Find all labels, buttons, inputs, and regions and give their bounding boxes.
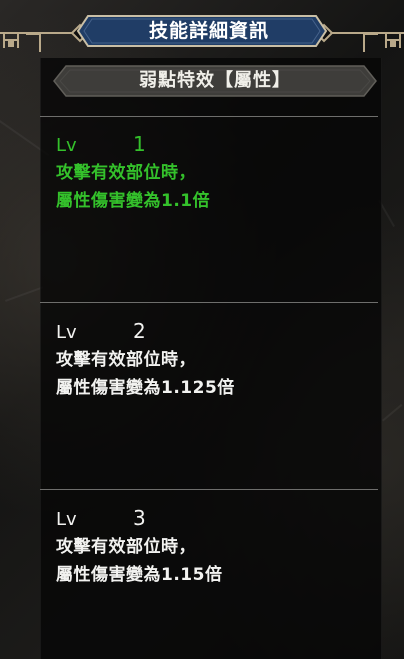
- skill-detail-screen: 技能詳細資訊 弱點特效【屬性】 Lv 1 攻擊有效部位時， 屬性傷害變為1.1倍 …: [0, 0, 404, 659]
- level-number: 2: [133, 319, 146, 343]
- level-heading: Lv 3: [56, 503, 376, 533]
- divider: [40, 302, 378, 303]
- window-title: 技能詳細資訊: [148, 20, 269, 42]
- divider: [40, 489, 378, 490]
- level-number: 3: [133, 506, 146, 530]
- level-label: Lv: [56, 509, 77, 530]
- level-description-line-1: 攻擊有效部位時，: [56, 537, 196, 557]
- level-3-entry: Lv 3 攻擊有效部位時， 屬性傷害變為1.15倍: [56, 503, 376, 589]
- background-streak: [382, 403, 403, 422]
- skill-name: 弱點特效【屬性】: [139, 70, 291, 91]
- level-2-entry: Lv 2 攻擊有效部位時， 屬性傷害變為1.125倍: [56, 316, 376, 402]
- level-heading: Lv 2: [56, 316, 376, 346]
- level-description-line-1: 攻擊有效部位時，: [56, 350, 196, 370]
- level-label: Lv: [56, 322, 77, 343]
- background-streak: [5, 286, 44, 302]
- level-description-line-2: 屬性傷害變為1.125倍: [56, 378, 235, 398]
- level-label: Lv: [56, 135, 77, 156]
- title-bar: 技能詳細資訊: [0, 0, 404, 62]
- level-heading: Lv 1: [56, 129, 376, 159]
- skill-name-header: 弱點特效【屬性】: [52, 64, 378, 98]
- level-description-line-1: 攻擊有效部位時，: [56, 163, 196, 183]
- level-description-line-2: 屬性傷害變為1.1倍: [56, 191, 211, 211]
- level-number: 1: [133, 132, 146, 156]
- divider: [40, 116, 378, 117]
- level-description-line-2: 屬性傷害變為1.15倍: [56, 565, 223, 585]
- level-1-entry: Lv 1 攻擊有效部位時， 屬性傷害變為1.1倍: [56, 129, 376, 215]
